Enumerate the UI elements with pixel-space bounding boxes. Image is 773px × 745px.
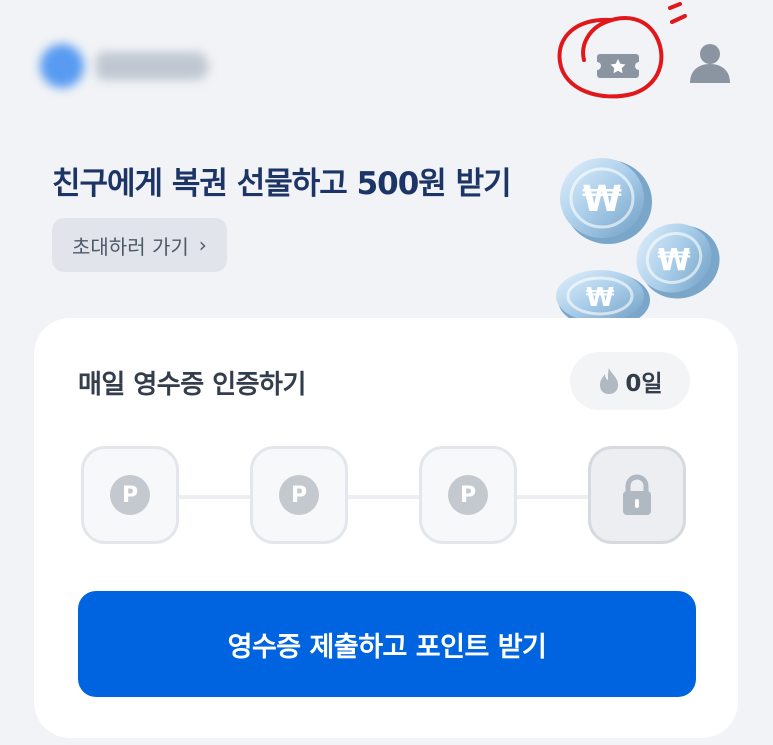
- streak-badge: 0일: [570, 352, 690, 410]
- invite-button[interactable]: 초대하러 가기 ›: [52, 218, 227, 272]
- step-reward: P: [81, 446, 179, 544]
- coin-icon: ₩: [560, 158, 652, 244]
- profile-name: [96, 52, 206, 80]
- point-icon: P: [279, 475, 319, 515]
- lock-icon: [623, 474, 651, 515]
- top-bar: ›: [0, 0, 773, 130]
- step-locked: [588, 446, 686, 544]
- promo-title: 친구에게 복권 선물하고 500원 받기: [52, 166, 512, 202]
- step-reward: P: [419, 446, 517, 544]
- invite-label: 초대하러 가기: [72, 234, 189, 259]
- chevron-right-icon: ›: [204, 54, 212, 78]
- coin-symbol: ₩: [582, 179, 622, 220]
- point-icon: P: [448, 475, 488, 515]
- chevron-right-icon: ›: [198, 233, 207, 257]
- coin-symbol: ₩: [657, 243, 690, 278]
- streak-count: 0일: [625, 371, 663, 397]
- flame-icon: [600, 368, 619, 394]
- card-title: 매일 영수증 인증하기: [78, 370, 306, 400]
- step-reward: P: [250, 446, 348, 544]
- daily-receipt-card: 매일 영수증 인증하기 0일 P P P 영수증 제출하고 포인트 받기: [34, 318, 738, 738]
- coin-icon: ₩: [556, 270, 650, 325]
- ticket-star-icon: [597, 54, 639, 78]
- coin-symbol: ₩: [586, 283, 615, 313]
- avatar: [40, 44, 84, 88]
- ticket-button[interactable]: [590, 36, 646, 92]
- coins-illustration: ₩ ₩ ₩: [556, 158, 720, 325]
- user-icon: [690, 44, 730, 83]
- point-icon: P: [110, 475, 150, 515]
- account-button[interactable]: [682, 36, 738, 92]
- submit-receipt-button[interactable]: 영수증 제출하고 포인트 받기: [78, 591, 696, 697]
- progress-track: [130, 495, 590, 499]
- profile-switcher[interactable]: ›: [36, 34, 216, 94]
